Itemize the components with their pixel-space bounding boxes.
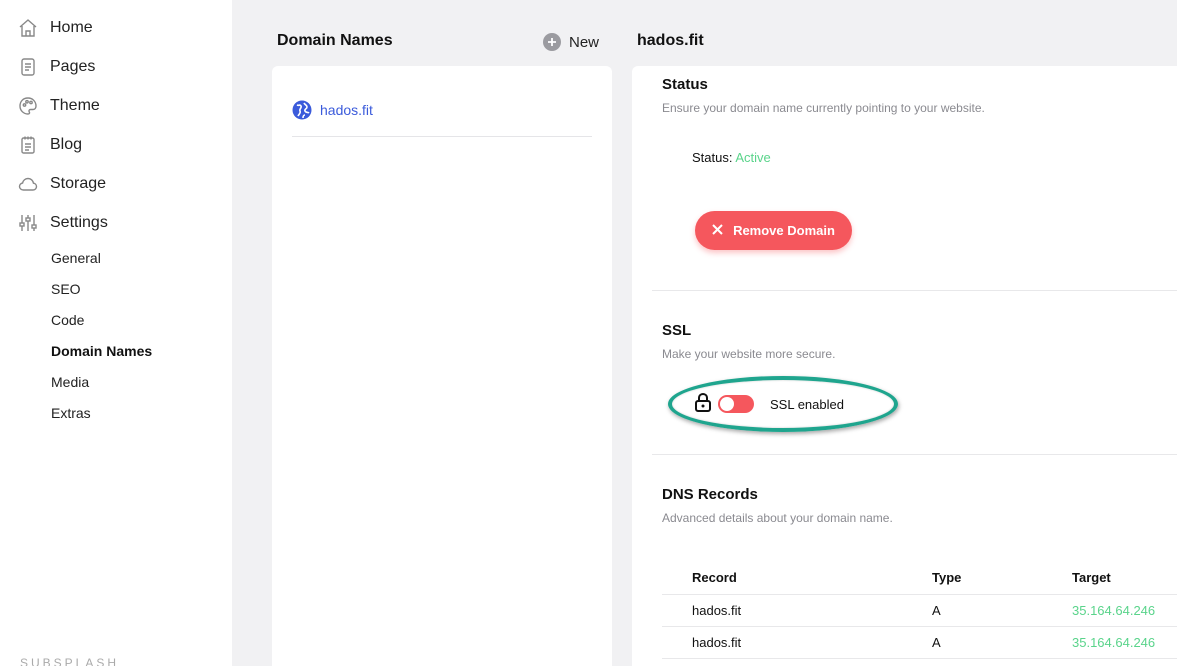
globe-icon (292, 100, 312, 125)
sliders-icon (18, 213, 38, 233)
status-badge: Active (735, 150, 771, 165)
sidebar-subitem-media[interactable]: Media (51, 374, 89, 390)
sidebar-item-blog[interactable]: Blog (18, 133, 82, 157)
ssl-toggle[interactable] (718, 395, 754, 413)
column-header-target: Target (1042, 562, 1177, 595)
sidebar-subitem-general[interactable]: General (51, 250, 101, 266)
domain-list-item[interactable]: hados.fit (292, 100, 592, 137)
dns-type-cell: A (902, 594, 1042, 627)
sidebar-item-label: Blog (50, 136, 83, 153)
home-icon (18, 18, 38, 38)
column-header-type: Type (902, 562, 1042, 595)
ssl-toggle-label: SSL enabled (770, 396, 844, 412)
brand-logo: SUBSPLASH (20, 656, 120, 666)
dns-target-cell: 35.164.64.246 (1042, 626, 1177, 659)
domain-list-title: Domain Names (277, 32, 393, 49)
sidebar-item-label: Settings (50, 214, 108, 231)
remove-domain-button[interactable]: Remove Domain (695, 211, 852, 250)
domain-list-card: hados.fit (272, 66, 612, 666)
new-domain-label: New (569, 33, 600, 51)
ssl-section-description: Make your website more secure. (662, 347, 836, 361)
sidebar-item-label: Storage (50, 175, 107, 192)
remove-domain-label: Remove Domain (733, 223, 835, 238)
plus-icon (543, 33, 561, 51)
sidebar-item-settings[interactable]: Settings (18, 211, 108, 235)
close-icon (712, 223, 723, 238)
sidebar-item-theme[interactable]: Theme (18, 94, 100, 118)
dns-type-cell: A (902, 626, 1042, 659)
table-header-row: Record Type Target (662, 562, 1177, 595)
ssl-toggle-row: SSL enabled (694, 392, 844, 417)
sidebar-item-label: Home (50, 19, 93, 36)
notepad-icon (18, 135, 38, 155)
cloud-icon (18, 174, 38, 194)
sidebar-item-pages[interactable]: Pages (18, 55, 95, 79)
sidebar-item-home[interactable]: Home (18, 16, 93, 40)
domain-detail-title: hados.fit (637, 32, 704, 49)
sidebar-item-storage[interactable]: Storage (18, 172, 106, 196)
section-divider (652, 290, 1177, 291)
sidebar-subitem-extras[interactable]: Extras (51, 405, 91, 421)
dns-target-cell: 35.164.64.246 (1042, 594, 1177, 627)
dns-section-description: Advanced details about your domain name. (662, 511, 893, 525)
dns-section-title: DNS Records (662, 486, 758, 503)
status-section-title: Status (662, 76, 708, 93)
sidebar-subitem-code[interactable]: Code (51, 312, 84, 328)
lock-icon (694, 392, 712, 417)
table-row: hados.fit A 35.164.64.246 (662, 626, 1177, 659)
sidebar-subitem-domain-names[interactable]: Domain Names (51, 343, 152, 359)
toggle-knob (720, 397, 734, 411)
column-header-record: Record (662, 562, 902, 595)
sidebar-subitem-seo[interactable]: SEO (51, 281, 81, 297)
dns-record-cell: hados.fit (662, 594, 902, 627)
domain-detail-card: Status Ensure your domain name currently… (632, 66, 1177, 666)
sidebar-item-label: Theme (50, 97, 100, 114)
status-label: Status: (692, 150, 733, 165)
palette-icon (18, 96, 38, 116)
dns-records-table: Record Type Target hados.fit A 35.164.64… (662, 562, 1177, 659)
domain-list-item-label: hados.fit (320, 102, 373, 118)
dns-record-cell: hados.fit (662, 626, 902, 659)
ssl-section-title: SSL (662, 322, 692, 339)
section-divider (652, 454, 1177, 455)
table-row: hados.fit A 35.164.64.246 (662, 594, 1177, 627)
status-section-description: Ensure your domain name currently pointi… (662, 101, 985, 115)
new-domain-button[interactable]: New (543, 33, 599, 51)
sidebar-item-label: Pages (50, 58, 96, 75)
page-icon (18, 57, 38, 77)
status-line: Status: Active (692, 150, 771, 165)
sidebar: Home Pages Theme Blog Storage Settings G… (0, 0, 232, 666)
